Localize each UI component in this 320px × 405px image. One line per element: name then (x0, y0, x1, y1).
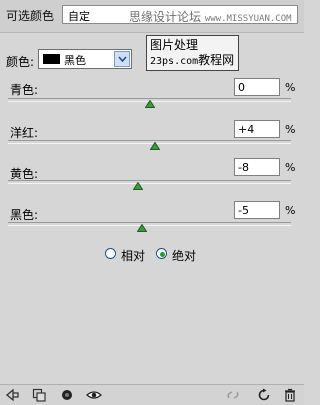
watermark-url: www.MISSYUAN.COM (204, 14, 292, 24)
method-relative-radio[interactable]: 相对 (105, 247, 155, 263)
slider-black-track[interactable] (8, 222, 291, 226)
method-relative-label: 相对 (121, 249, 146, 263)
triangle-up-icon (133, 182, 144, 190)
slider-magenta-label: 洋红: (10, 126, 39, 140)
slider-cyan-label: 青色: (10, 83, 39, 97)
slider-magenta-input[interactable]: +4 (234, 120, 280, 138)
colors-label: 颜色: (6, 55, 35, 69)
reset-icon[interactable] (257, 388, 271, 402)
tooltip-overlay: 图片处理 23ps.com教程网 (146, 35, 239, 71)
colors-dropdown-button[interactable] (114, 51, 130, 67)
tooltip-line2: 23ps.com教程网 (150, 53, 238, 69)
slider-yellow-input[interactable]: -8 (234, 158, 280, 176)
method-absolute-radio[interactable]: 绝对 (156, 247, 206, 263)
triangle-up-icon (137, 224, 148, 232)
slider-cyan-input[interactable]: 0 (234, 78, 280, 96)
method-absolute-label: 绝对 (172, 249, 197, 263)
preset-value: 自定 (68, 10, 90, 23)
tooltip-line2-b: 教程网 (198, 53, 235, 67)
color-swatch (43, 54, 60, 64)
radio-dot-absolute (160, 252, 165, 257)
triangle-up-icon (144, 100, 155, 108)
watermark: 思缘设计论坛 www.MISSYUAN.COM (129, 8, 292, 25)
panel-title: 可选颜色 (6, 9, 55, 23)
watermark-text: 思缘设计论坛 (129, 10, 202, 24)
colors-selected-value: 黑色 (64, 54, 86, 67)
preset-select[interactable]: 自定 思缘设计论坛 www.MISSYUAN.COM (62, 5, 298, 24)
chevron-down-icon (118, 56, 127, 62)
slider-black-unit: % (285, 204, 296, 217)
visibility-toggle-icon[interactable] (60, 388, 74, 402)
link-icon[interactable] (226, 388, 240, 402)
panel-header: 可选颜色 自定 思缘设计论坛 www.MISSYUAN.COM (0, 0, 304, 33)
trash-icon[interactable] (283, 388, 297, 402)
slider-yellow-track[interactable] (8, 180, 291, 184)
eye-icon[interactable] (86, 388, 102, 402)
slider-cyan-unit: % (285, 81, 296, 94)
slider-black-label: 黑色: (10, 208, 39, 222)
clip-to-layer-icon[interactable] (32, 388, 46, 402)
back-arrow-icon[interactable] (5, 388, 19, 402)
slider-black-input[interactable]: -5 (234, 201, 280, 219)
tooltip-line1: 图片处理 (150, 38, 199, 52)
slider-yellow-unit: % (285, 161, 296, 174)
radio-circle-relative[interactable] (105, 248, 116, 259)
slider-magenta-unit: % (285, 123, 296, 136)
triangle-up-icon (150, 142, 161, 150)
bottom-toolbar (0, 384, 304, 405)
radio-circle-absolute[interactable] (156, 248, 167, 259)
colors-select[interactable]: 黑色 (38, 49, 132, 69)
tooltip-line2-a: 23ps.com (150, 56, 199, 67)
